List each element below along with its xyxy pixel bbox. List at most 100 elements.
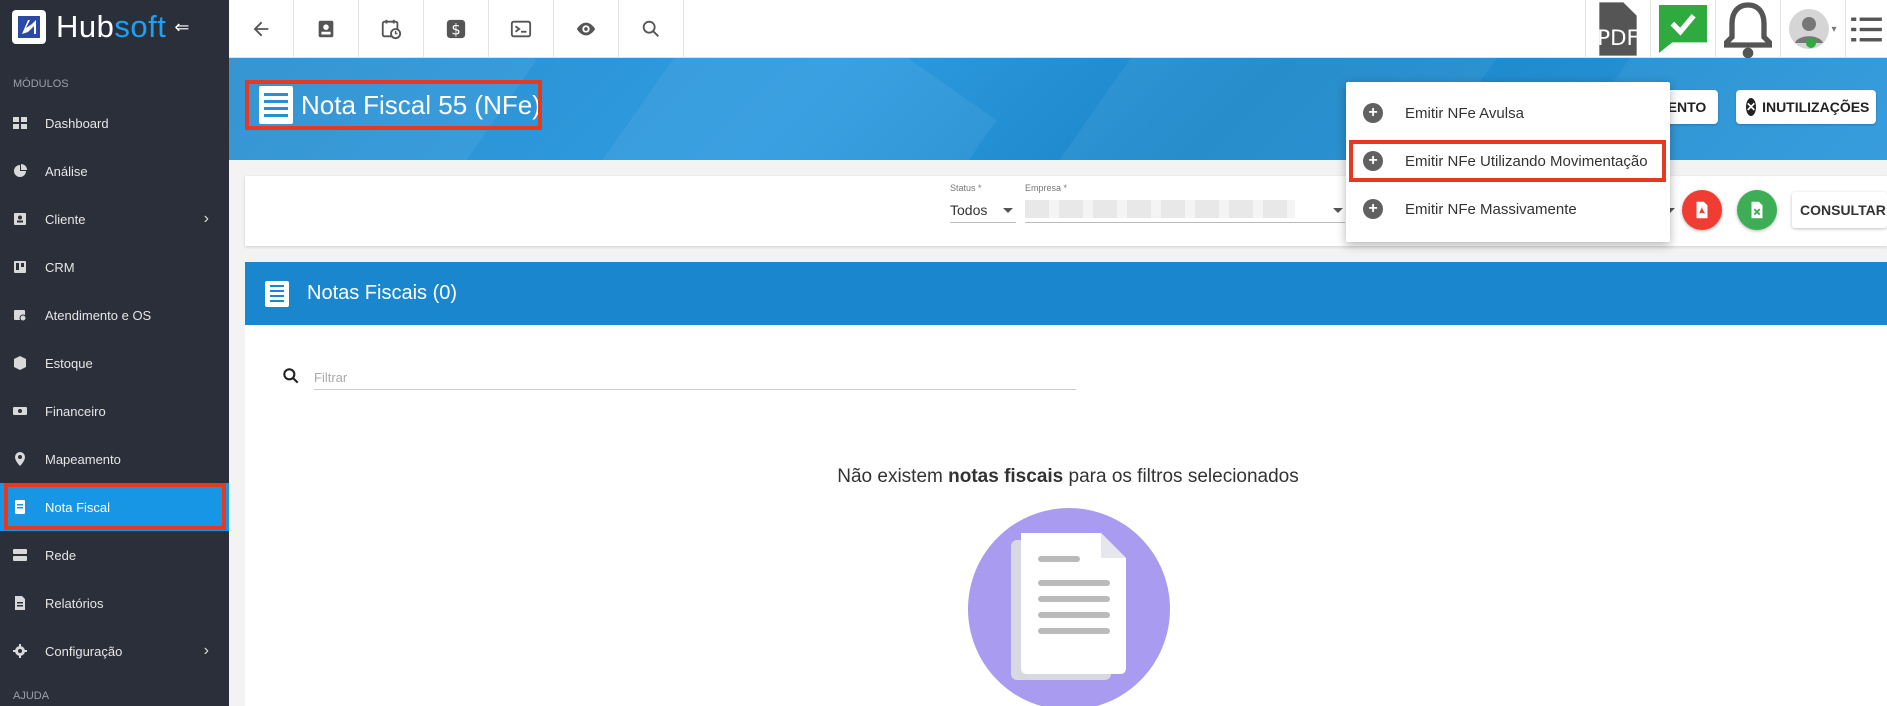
sidebar-item-label: Rede bbox=[45, 547, 77, 563]
arrow-left-icon bbox=[253, 21, 269, 37]
chevron-right-icon: › bbox=[203, 642, 209, 659]
top-toolbar: $ PDF ▾ bbox=[229, 0, 1887, 59]
sidebar-item-dashboard[interactable]: Dashboard bbox=[0, 99, 229, 147]
logo-soft: soft bbox=[114, 9, 167, 44]
sidebar-item-label: Cliente bbox=[45, 211, 86, 227]
sidebar: Hubsoft ⇐ MÓDULOS Dashboard Análise Clie… bbox=[0, 0, 229, 706]
empty-state-illustration bbox=[968, 508, 1170, 706]
pdf-button[interactable]: PDF bbox=[1585, 0, 1650, 58]
avatar bbox=[1789, 9, 1830, 49]
svg-text:PDF: PDF bbox=[1597, 26, 1639, 51]
contacts-button[interactable] bbox=[294, 0, 359, 58]
chevron-right-icon: › bbox=[203, 210, 209, 227]
sidebar-item-label: Dashboard bbox=[45, 115, 109, 131]
sidebar-highlight-box bbox=[4, 483, 226, 530]
user-menu[interactable]: ▾ bbox=[1780, 0, 1845, 58]
sidebar-item-relatorios[interactable]: Relatórios bbox=[0, 579, 229, 627]
status-label: Status * bbox=[950, 183, 982, 193]
status-select[interactable]: Todos bbox=[950, 202, 987, 218]
bell-icon bbox=[1724, 2, 1772, 59]
calendar-clock-icon bbox=[381, 19, 402, 40]
logo-hub: Hub bbox=[56, 9, 115, 44]
collapse-menu-icon[interactable]: ⇐ bbox=[174, 17, 189, 38]
pie-chart-icon bbox=[13, 164, 27, 178]
money-icon bbox=[13, 404, 27, 418]
title-highlight-box bbox=[245, 80, 542, 130]
dropdown-item-label: Emitir NFe Avulsa bbox=[1405, 104, 1524, 122]
sidebar-item-analise[interactable]: Análise bbox=[0, 147, 229, 195]
emitir-nfe-avulsa[interactable]: + Emitir NFe Avulsa bbox=[1346, 89, 1670, 137]
logo-text: Hubsoft bbox=[56, 9, 166, 45]
kanban-icon bbox=[13, 260, 27, 274]
more-menu-button[interactable] bbox=[1845, 0, 1887, 58]
notifications-button[interactable] bbox=[1715, 0, 1780, 59]
map-pin-icon bbox=[13, 452, 27, 466]
list-icon bbox=[1851, 17, 1882, 41]
dropdown-highlight-box bbox=[1349, 140, 1666, 182]
terminal-button[interactable] bbox=[489, 0, 554, 58]
view-button[interactable] bbox=[554, 0, 619, 58]
sidebar-item-configuracao[interactable]: Configuração › bbox=[0, 627, 229, 675]
empty-state-message: Não existem notas fiscais para os filtro… bbox=[700, 466, 1436, 488]
consultar-button-label: CONSULTAR bbox=[1800, 202, 1886, 218]
empresa-label: Empresa * bbox=[1025, 183, 1068, 193]
search-button[interactable] bbox=[619, 0, 684, 58]
empty-msg-prefix: Não existem bbox=[837, 466, 949, 487]
export-pdf-button[interactable] bbox=[1682, 190, 1722, 230]
search-icon bbox=[283, 368, 299, 384]
emitir-nfe-massivamente[interactable]: + Emitir NFe Massivamente bbox=[1346, 185, 1670, 233]
sidebar-item-rede[interactable]: Rede bbox=[0, 531, 229, 579]
contact-card-icon bbox=[13, 212, 27, 226]
add-circle-icon: + bbox=[1363, 199, 1383, 219]
empresa-select[interactable] bbox=[1025, 200, 1295, 218]
notas-panel-header: Notas Fiscais (0) bbox=[245, 262, 1887, 325]
contact-card-icon bbox=[318, 20, 334, 38]
sidebar-item-mapeamento[interactable]: Mapeamento bbox=[0, 435, 229, 483]
sidebar-item-label: Financeiro bbox=[45, 403, 106, 419]
server-icon bbox=[13, 548, 27, 562]
sidebar-item-estoque[interactable]: Estoque bbox=[0, 339, 229, 387]
dropdown-item-label: Emitir NFe Massivamente bbox=[1405, 200, 1577, 218]
back-button[interactable] bbox=[229, 0, 294, 58]
empresa-underline bbox=[1025, 222, 1345, 223]
sidebar-item-label: Atendimento e OS bbox=[45, 307, 152, 323]
sidebar-item-financeiro[interactable]: Financeiro bbox=[0, 387, 229, 435]
sidebar-item-label: Estoque bbox=[45, 355, 93, 371]
terminal-icon bbox=[510, 20, 532, 38]
schedule-button[interactable] bbox=[359, 0, 424, 58]
close-circle-icon: ✕ bbox=[1746, 98, 1757, 116]
empty-msg-suffix: para os filtros selecionados bbox=[1063, 466, 1299, 487]
dollar-icon: $ bbox=[446, 19, 466, 39]
inutilizacoes-button[interactable]: ✕ INUTILIZAÇÕES bbox=[1736, 90, 1876, 124]
filter-input[interactable] bbox=[314, 366, 1076, 390]
sidebar-item-atendimento[interactable]: Atendimento e OS bbox=[0, 291, 229, 339]
dashboard-icon bbox=[13, 116, 27, 130]
sidebar-item-label: Configuração bbox=[45, 643, 123, 659]
consultar-button[interactable]: CONSULTAR bbox=[1792, 192, 1887, 228]
pdf-file-icon: PDF bbox=[1597, 2, 1639, 56]
add-circle-icon: + bbox=[1363, 103, 1383, 123]
chevron-down-icon: ▾ bbox=[1831, 23, 1837, 35]
chevron-down-icon bbox=[1333, 208, 1343, 213]
svg-text:$: $ bbox=[451, 22, 460, 39]
sidebar-item-crm[interactable]: CRM bbox=[0, 243, 229, 291]
box-icon bbox=[13, 356, 27, 370]
export-excel-button[interactable] bbox=[1737, 190, 1777, 230]
report-icon bbox=[13, 596, 27, 610]
gear-icon bbox=[13, 644, 27, 658]
messages-button[interactable] bbox=[1650, 0, 1715, 58]
pdf-file-icon bbox=[1696, 201, 1708, 219]
sidebar-menu: Dashboard Análise Cliente › CRM Atendime… bbox=[0, 99, 229, 675]
notas-panel-title: Notas Fiscais (0) bbox=[307, 282, 458, 304]
receipt-icon bbox=[265, 280, 289, 307]
sidebar-item-cliente[interactable]: Cliente › bbox=[0, 195, 229, 243]
chat-check-icon bbox=[1659, 5, 1707, 53]
section-help: AJUDA bbox=[13, 690, 50, 702]
hubsoft-logo-icon bbox=[12, 10, 46, 44]
document-icon bbox=[1011, 533, 1126, 680]
finance-button[interactable]: $ bbox=[424, 0, 489, 58]
inutilizacoes-button-label: INUTILIZAÇÕES bbox=[1762, 99, 1870, 115]
sidebar-item-label: Mapeamento bbox=[45, 451, 121, 467]
status-underline bbox=[950, 222, 1016, 223]
search-icon bbox=[642, 20, 659, 37]
